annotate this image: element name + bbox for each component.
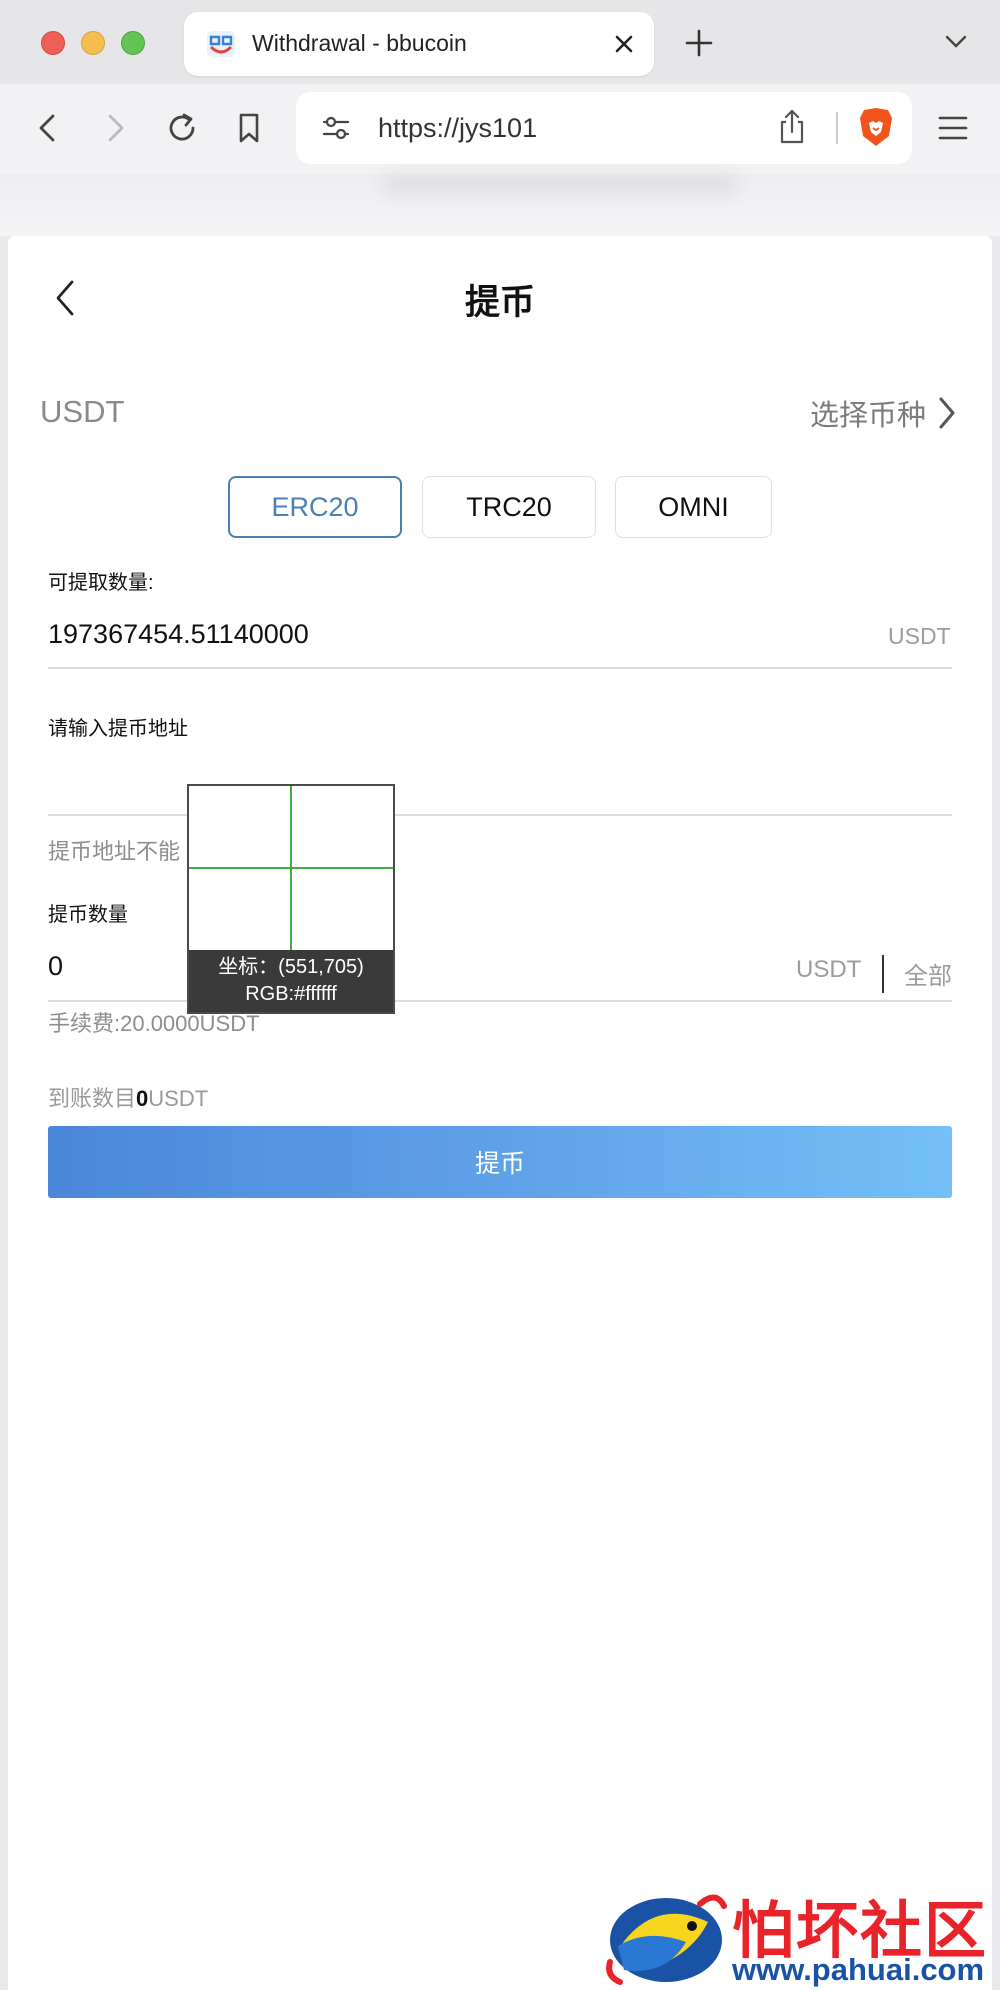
- window-minimize-button[interactable]: [81, 31, 105, 55]
- select-coin-label: 选择币种: [809, 400, 926, 432]
- chevron-down-icon[interactable]: [944, 34, 968, 50]
- arrival-prefix: 到账数目: [48, 1086, 137, 1111]
- new-tab-icon[interactable]: [684, 28, 714, 58]
- watermark-url: www.pahuai.com: [732, 1952, 985, 1987]
- withdrawal-page: 提币 USDT 选择币种 ERC20 TRC20 OMNI 可提取数量: 197…: [8, 236, 992, 1990]
- arrival-unit: USDT: [148, 1086, 209, 1111]
- forward-icon[interactable]: [97, 110, 133, 146]
- site-settings-icon[interactable]: [320, 112, 352, 144]
- tab-bar: Withdrawal - bbucoin: [0, 0, 1000, 84]
- coin-name: USDT: [40, 394, 125, 429]
- chain-button-erc20[interactable]: ERC20: [228, 476, 402, 538]
- divider: [48, 1000, 952, 1002]
- amount-label: 提币数量: [48, 904, 128, 926]
- chevron-right-icon: [939, 397, 955, 429]
- reload-icon[interactable]: [164, 110, 200, 146]
- brave-shield-icon[interactable]: [858, 106, 894, 148]
- close-tab-icon[interactable]: [612, 32, 636, 56]
- page-title: 提币: [464, 283, 535, 322]
- divider: [48, 667, 952, 669]
- balance-label: 可提取数量:: [48, 572, 154, 594]
- address-input[interactable]: [48, 764, 952, 795]
- address-error-text: 提币地址不能: [48, 839, 181, 864]
- arrival-value: 0: [136, 1086, 149, 1111]
- magnifier-info: 坐标：(551,705) RGB:#ffffff: [189, 950, 393, 1012]
- withdraw-submit-button[interactable]: 提币: [48, 1126, 952, 1198]
- balance-value: 197367454.51140000: [48, 619, 309, 649]
- url-text[interactable]: https://jys101: [378, 113, 537, 144]
- chain-button-omni[interactable]: OMNI: [615, 476, 772, 538]
- share-icon[interactable]: [776, 108, 808, 146]
- divider: [836, 112, 838, 144]
- balance-unit: USDT: [888, 623, 951, 649]
- tab-title: Withdrawal - bbucoin: [252, 30, 467, 56]
- select-coin-button[interactable]: 选择币种: [810, 392, 958, 434]
- address-bar[interactable]: https://jys101: [296, 92, 912, 164]
- bookmark-icon[interactable]: [231, 110, 267, 146]
- menu-icon[interactable]: [937, 115, 969, 141]
- back-icon[interactable]: [30, 110, 66, 146]
- active-tab[interactable]: Withdrawal - bbucoin: [184, 12, 654, 76]
- site-favicon-icon: [207, 31, 235, 57]
- chain-button-trc20[interactable]: TRC20: [422, 476, 596, 538]
- magnifier-coordinates: 坐标：(551,705): [218, 956, 364, 978]
- blurred-bookmarks-bar: [0, 174, 1000, 236]
- amount-unit: USDT: [796, 956, 862, 983]
- arrival-amount: 到账数目0USDT: [48, 1081, 208, 1113]
- divider: [882, 955, 884, 993]
- color-picker-magnifier: 坐标：(551,705) RGB:#ffffff: [187, 784, 395, 1014]
- divider: [48, 814, 952, 816]
- watermark: 怕坏社区 www.pahuai.com: [600, 1878, 1000, 1990]
- withdraw-all-link[interactable]: 全部: [904, 956, 952, 991]
- address-label: 请输入提币地址: [48, 718, 188, 740]
- window-close-button[interactable]: [41, 31, 65, 55]
- magnifier-rgb: RGB:#ffffff: [245, 983, 337, 1005]
- fish-logo-icon: [606, 1894, 727, 1985]
- browser-toolbar: https://jys101: [0, 84, 1000, 174]
- crosshair-icon: [189, 786, 393, 950]
- window-zoom-button[interactable]: [121, 31, 145, 55]
